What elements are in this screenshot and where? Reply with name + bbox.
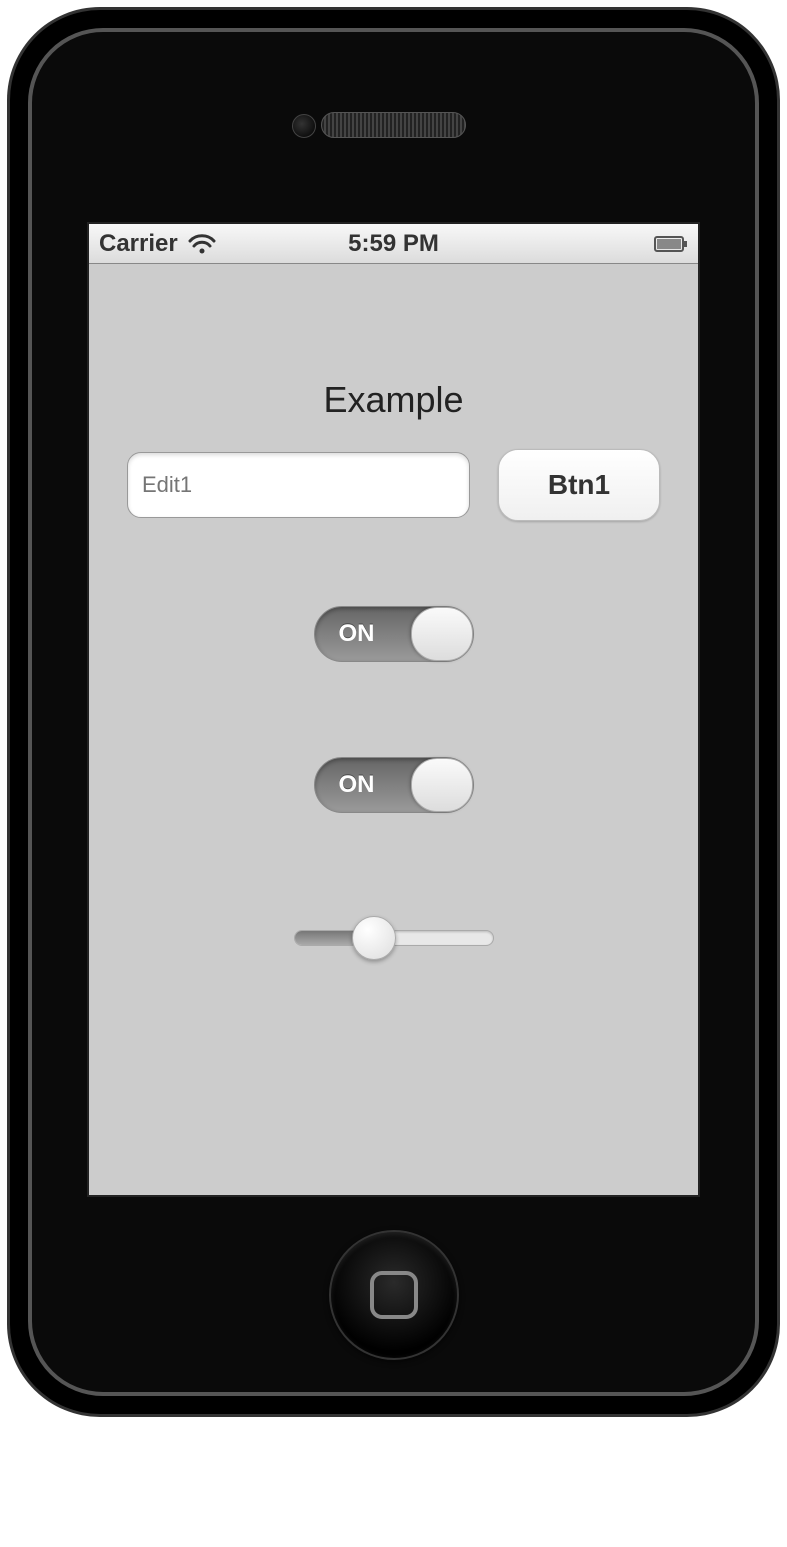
switch-2-knob [411,758,473,812]
status-time: 5:59 PM [348,230,439,258]
phone-top-bezel [32,32,755,222]
carrier-label: Carrier [99,230,178,258]
battery-icon [654,236,688,252]
switch-1[interactable]: ON [314,606,474,662]
phone-inner: Carrier 5:59 PM [28,28,759,1396]
home-button[interactable] [329,1230,459,1360]
status-bar: Carrier 5:59 PM [89,224,698,264]
input-row: Btn1 [89,449,698,521]
home-button-icon [370,1271,418,1319]
wifi-icon [188,233,216,255]
switch-1-knob [411,607,473,661]
phone-frame: Carrier 5:59 PM [10,10,777,1414]
front-camera [292,114,316,138]
switch-2-state-label: ON [339,771,375,799]
switch-2[interactable]: ON [314,757,474,813]
slider-1[interactable] [294,918,494,958]
earpiece-speaker [321,112,466,138]
phone-bottom-bezel [32,1197,755,1392]
btn1-button[interactable]: Btn1 [498,449,660,521]
screen: Carrier 5:59 PM [87,222,700,1197]
edit1-input[interactable] [127,452,470,518]
slider-thumb [352,916,396,960]
switch-1-state-label: ON [339,620,375,648]
app-content: Example Btn1 ON ON [89,264,698,1195]
page-title: Example [89,379,698,421]
